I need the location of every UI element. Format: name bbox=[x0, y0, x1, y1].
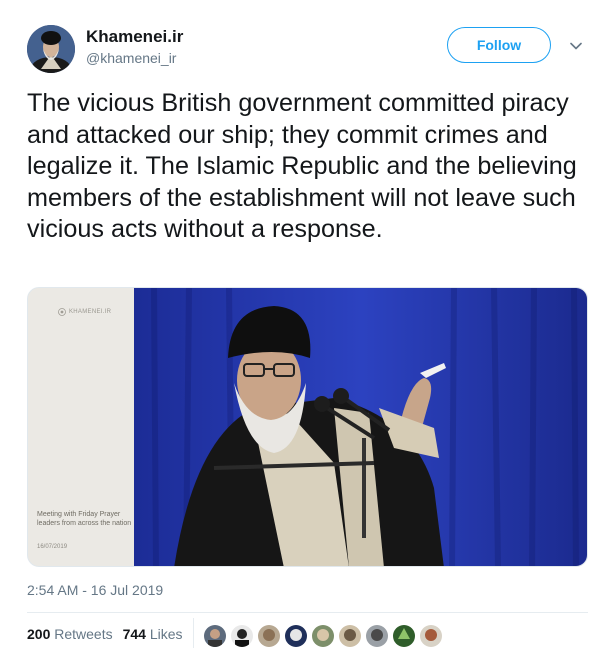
liker-avatar[interactable] bbox=[230, 624, 254, 648]
liker-avatar[interactable] bbox=[203, 624, 227, 648]
chevron-down-icon[interactable] bbox=[568, 38, 584, 54]
speaker-photo bbox=[134, 288, 587, 566]
liker-avatar[interactable] bbox=[257, 624, 281, 648]
media-image[interactable]: KHAMENEI.IR Meeting with Friday Prayer l… bbox=[27, 287, 588, 567]
liker-avatar[interactable] bbox=[338, 624, 362, 648]
liker-avatar[interactable] bbox=[365, 624, 389, 648]
divider bbox=[27, 612, 588, 613]
author-name[interactable]: Khamenei.ir bbox=[86, 27, 183, 47]
media-side-panel: KHAMENEI.IR Meeting with Friday Prayer l… bbox=[28, 288, 134, 566]
stats-separator bbox=[193, 618, 194, 648]
tweet-stats: 200 Retweets 744 Likes bbox=[27, 626, 183, 642]
media-caption: Meeting with Friday Prayer leaders from … bbox=[37, 511, 132, 527]
media-date: 16/07/2019 bbox=[37, 544, 68, 550]
retweets-label: Retweets bbox=[54, 626, 113, 642]
retweets-stat[interactable]: 200 Retweets bbox=[27, 626, 113, 642]
liker-avatar[interactable] bbox=[392, 624, 416, 648]
media-logo-text: KHAMENEI.IR bbox=[69, 309, 112, 315]
follow-button[interactable]: Follow bbox=[447, 27, 551, 63]
author-handle[interactable]: @khamenei_ir bbox=[86, 50, 176, 66]
liker-avatar[interactable] bbox=[311, 624, 335, 648]
likes-count: 744 bbox=[122, 626, 146, 642]
avatar[interactable] bbox=[27, 25, 75, 73]
liker-avatar[interactable] bbox=[419, 624, 443, 648]
tweet-text: The vicious British government committed… bbox=[27, 89, 577, 244]
likes-label: Likes bbox=[149, 626, 183, 642]
liker-avatars bbox=[203, 624, 443, 648]
tweet-timestamp[interactable]: 2:54 AM - 16 Jul 2019 bbox=[27, 582, 163, 598]
tweet-card: Khamenei.ir @khamenei_ir Follow The vici… bbox=[0, 0, 613, 659]
liker-avatar[interactable] bbox=[284, 624, 308, 648]
logo-icon bbox=[58, 308, 66, 316]
media-logo: KHAMENEI.IR bbox=[58, 308, 111, 316]
retweets-count: 200 bbox=[27, 626, 51, 642]
likes-stat[interactable]: 744 Likes bbox=[123, 626, 183, 642]
